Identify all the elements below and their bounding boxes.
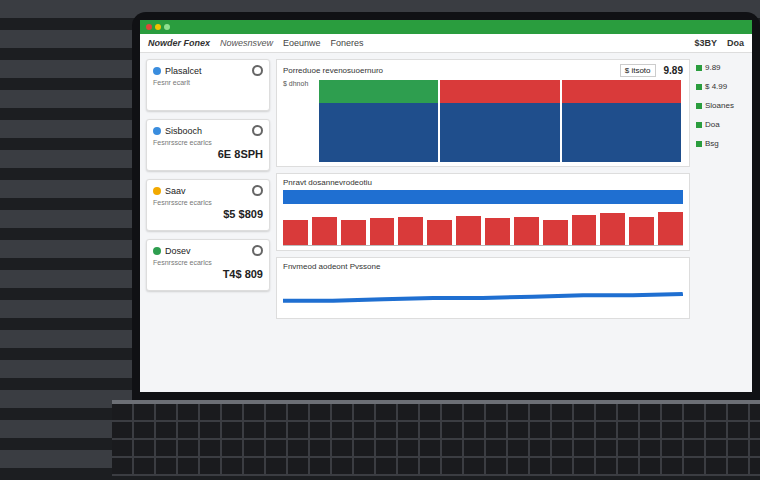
card-subtitle: Fesnrsscre ecarlcs bbox=[153, 199, 263, 206]
column-bottom-segment bbox=[440, 103, 559, 162]
photo: Nowder Fonex Nowesnsvew Eoeunwe Foneres $3BY… bbox=[0, 0, 760, 480]
body: Plasalcet Fesnr ecarlt Sisbooch Fesnrsscre … bbox=[140, 53, 752, 392]
settings-icon[interactable] bbox=[252, 65, 263, 76]
sidebar-card[interactable]: Saav Fesnrsscre ecarlcs $5 $809 bbox=[146, 179, 270, 231]
card-subtitle: Fesnrsscre ecarlcs bbox=[153, 139, 263, 146]
right-rail: 9.89 $ 4.99 Sloanes Doa Bsg bbox=[696, 59, 746, 386]
status-dot-icon bbox=[153, 247, 161, 255]
chart-bar[interactable] bbox=[658, 212, 683, 245]
chart-value: 9.89 bbox=[664, 65, 683, 76]
chart-bar[interactable] bbox=[629, 217, 654, 245]
keyboard bbox=[112, 400, 760, 476]
bar-chart: Pnravt dosannevrodeotiu bbox=[276, 173, 690, 251]
chart-bar[interactable] bbox=[312, 217, 337, 245]
screen: Nowder Fonex Nowesnsvew Eoeunwe Foneres $3BY… bbox=[140, 20, 752, 392]
chart-legend: $ itsoto bbox=[620, 64, 656, 77]
chart-column[interactable] bbox=[562, 80, 683, 162]
card-title: Dosev bbox=[165, 246, 248, 256]
sidebar-card[interactable]: Sisbooch Fesnrsscre ecarlcs 6E 8SPH bbox=[146, 119, 270, 171]
chart-column[interactable] bbox=[319, 80, 440, 162]
chart-title: Porreduoe revenosuoernuro bbox=[283, 66, 383, 75]
window-dot-icon[interactable] bbox=[146, 24, 152, 30]
card-amount: T4$ 809 bbox=[153, 268, 263, 280]
card-amount: 6E 8SPH bbox=[153, 148, 263, 160]
rail-item[interactable]: Sloanes bbox=[696, 101, 746, 110]
chart-title: Fnvmeod aodeont Pvssone bbox=[283, 262, 683, 271]
indicator-icon bbox=[696, 141, 702, 147]
column-top-segment bbox=[562, 80, 681, 103]
chart-bar[interactable] bbox=[485, 218, 510, 245]
app-subtitle: Nowesnsvew bbox=[220, 38, 273, 48]
sidebar: Plasalcet Fesnr ecarlt Sisbooch Fesnrsscre … bbox=[146, 59, 270, 386]
main: Porreduoe revenosuoernuro $ itsoto 9.89 $ d… bbox=[276, 59, 690, 386]
chart-bar[interactable] bbox=[341, 220, 366, 245]
header-value: $3BY bbox=[694, 38, 717, 48]
card-subtitle: Fesnr ecarlt bbox=[153, 79, 263, 86]
chart-bar[interactable] bbox=[543, 220, 568, 245]
chart-bar[interactable] bbox=[370, 218, 395, 245]
app-title: Nowder Fonex bbox=[148, 38, 210, 48]
chart-bar[interactable] bbox=[283, 220, 308, 245]
settings-icon[interactable] bbox=[252, 185, 263, 196]
card-title: Sisbooch bbox=[165, 126, 248, 136]
chart-bar[interactable] bbox=[456, 216, 481, 245]
settings-icon[interactable] bbox=[252, 125, 263, 136]
card-title: Plasalcet bbox=[165, 66, 248, 76]
screen-bezel: Nowder Fonex Nowesnsvew Eoeunwe Foneres $3BY… bbox=[132, 12, 760, 400]
chart-line bbox=[283, 274, 683, 314]
chart-side-label: $ dhnoh bbox=[283, 80, 319, 162]
rail-item[interactable]: Bsg bbox=[696, 139, 746, 148]
rail-item[interactable]: $ 4.99 bbox=[696, 82, 746, 91]
chart-bar[interactable] bbox=[427, 220, 452, 245]
laptop: Nowder Fonex Nowesnsvew Eoeunwe Foneres $3BY… bbox=[132, 12, 760, 476]
card-amount: $5 $809 bbox=[153, 208, 263, 220]
rail-item[interactable]: 9.89 bbox=[696, 63, 746, 72]
column-bottom-segment bbox=[319, 103, 438, 162]
chart-bar[interactable] bbox=[572, 215, 597, 245]
sidebar-card[interactable]: Plasalcet Fesnr ecarlt bbox=[146, 59, 270, 111]
indicator-icon bbox=[696, 103, 702, 109]
indicator-icon bbox=[696, 122, 702, 128]
settings-icon[interactable] bbox=[252, 245, 263, 256]
sidebar-card[interactable]: Dosev Fesnrsscre ecarlcs T4$ 809 bbox=[146, 239, 270, 291]
header-value: Doa bbox=[727, 38, 744, 48]
status-dot-icon bbox=[153, 67, 161, 75]
card-subtitle: Fesnrsscre ecarlcs bbox=[153, 259, 263, 266]
chart-bar[interactable] bbox=[514, 217, 539, 245]
chart-band bbox=[283, 190, 683, 204]
column-bottom-segment bbox=[562, 103, 681, 162]
column-top-segment bbox=[319, 80, 438, 103]
card-title: Saav bbox=[165, 186, 248, 196]
chart-bar[interactable] bbox=[600, 213, 625, 245]
indicator-icon bbox=[696, 65, 702, 71]
menu-item[interactable]: Foneres bbox=[331, 38, 364, 48]
window-dot-icon[interactable] bbox=[155, 24, 161, 30]
column-top-segment bbox=[440, 80, 559, 103]
chart-column[interactable] bbox=[440, 80, 561, 162]
revenue-chart: Porreduoe revenosuoernuro $ itsoto 9.89 $ d… bbox=[276, 59, 690, 167]
chart-title: Pnravt dosannevrodeotiu bbox=[283, 178, 683, 187]
status-dot-icon bbox=[153, 127, 161, 135]
indicator-icon bbox=[696, 84, 702, 90]
header: Nowder Fonex Nowesnsvew Eoeunwe Foneres $3BY… bbox=[140, 34, 752, 53]
line-chart: Fnvmeod aodeont Pvssone bbox=[276, 257, 690, 319]
chart-bar[interactable] bbox=[398, 217, 423, 245]
window-dot-icon[interactable] bbox=[164, 24, 170, 30]
top-bar bbox=[140, 20, 752, 34]
rail-item[interactable]: Doa bbox=[696, 120, 746, 129]
menu-item[interactable]: Eoeunwe bbox=[283, 38, 321, 48]
status-dot-icon bbox=[153, 187, 161, 195]
